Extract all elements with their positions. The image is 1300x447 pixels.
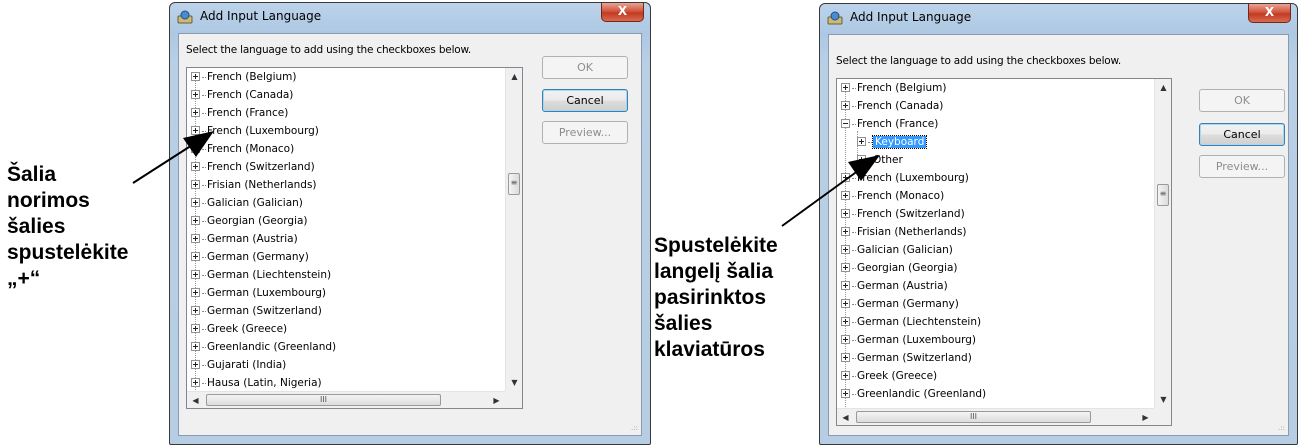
pointer-arrowhead-right bbox=[848, 155, 880, 181]
pointer-arrowhead-left bbox=[183, 131, 214, 157]
pointer-arrow-right bbox=[781, 164, 867, 227]
pointer-arrows bbox=[132, 131, 880, 227]
